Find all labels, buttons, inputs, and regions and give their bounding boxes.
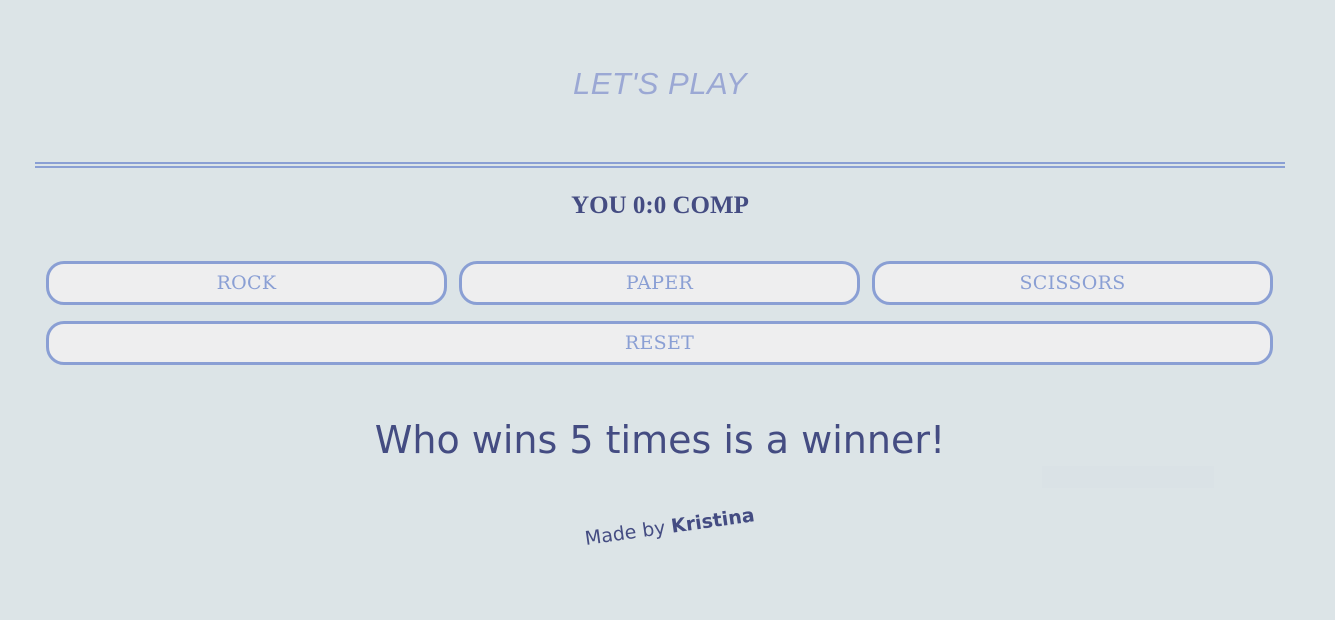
game-message: Who wins 5 times is a winner! — [374, 418, 946, 462]
footer-author: Kristina — [669, 504, 756, 538]
scissors-button[interactable]: SCISSORS — [872, 261, 1273, 305]
footer-prefix: Made by — [583, 515, 673, 550]
scoreboard: YOU 0:0 COMP — [571, 192, 749, 219]
faint-overlay — [1042, 466, 1214, 488]
header-divider — [35, 162, 1285, 168]
reset-button[interactable]: RESET — [46, 321, 1273, 365]
paper-button[interactable]: PAPER — [459, 261, 860, 305]
page-title: LET'S PLAY — [572, 66, 748, 101]
footer-credit: Made by Kristina — [583, 504, 755, 550]
rock-button[interactable]: ROCK — [46, 261, 447, 305]
